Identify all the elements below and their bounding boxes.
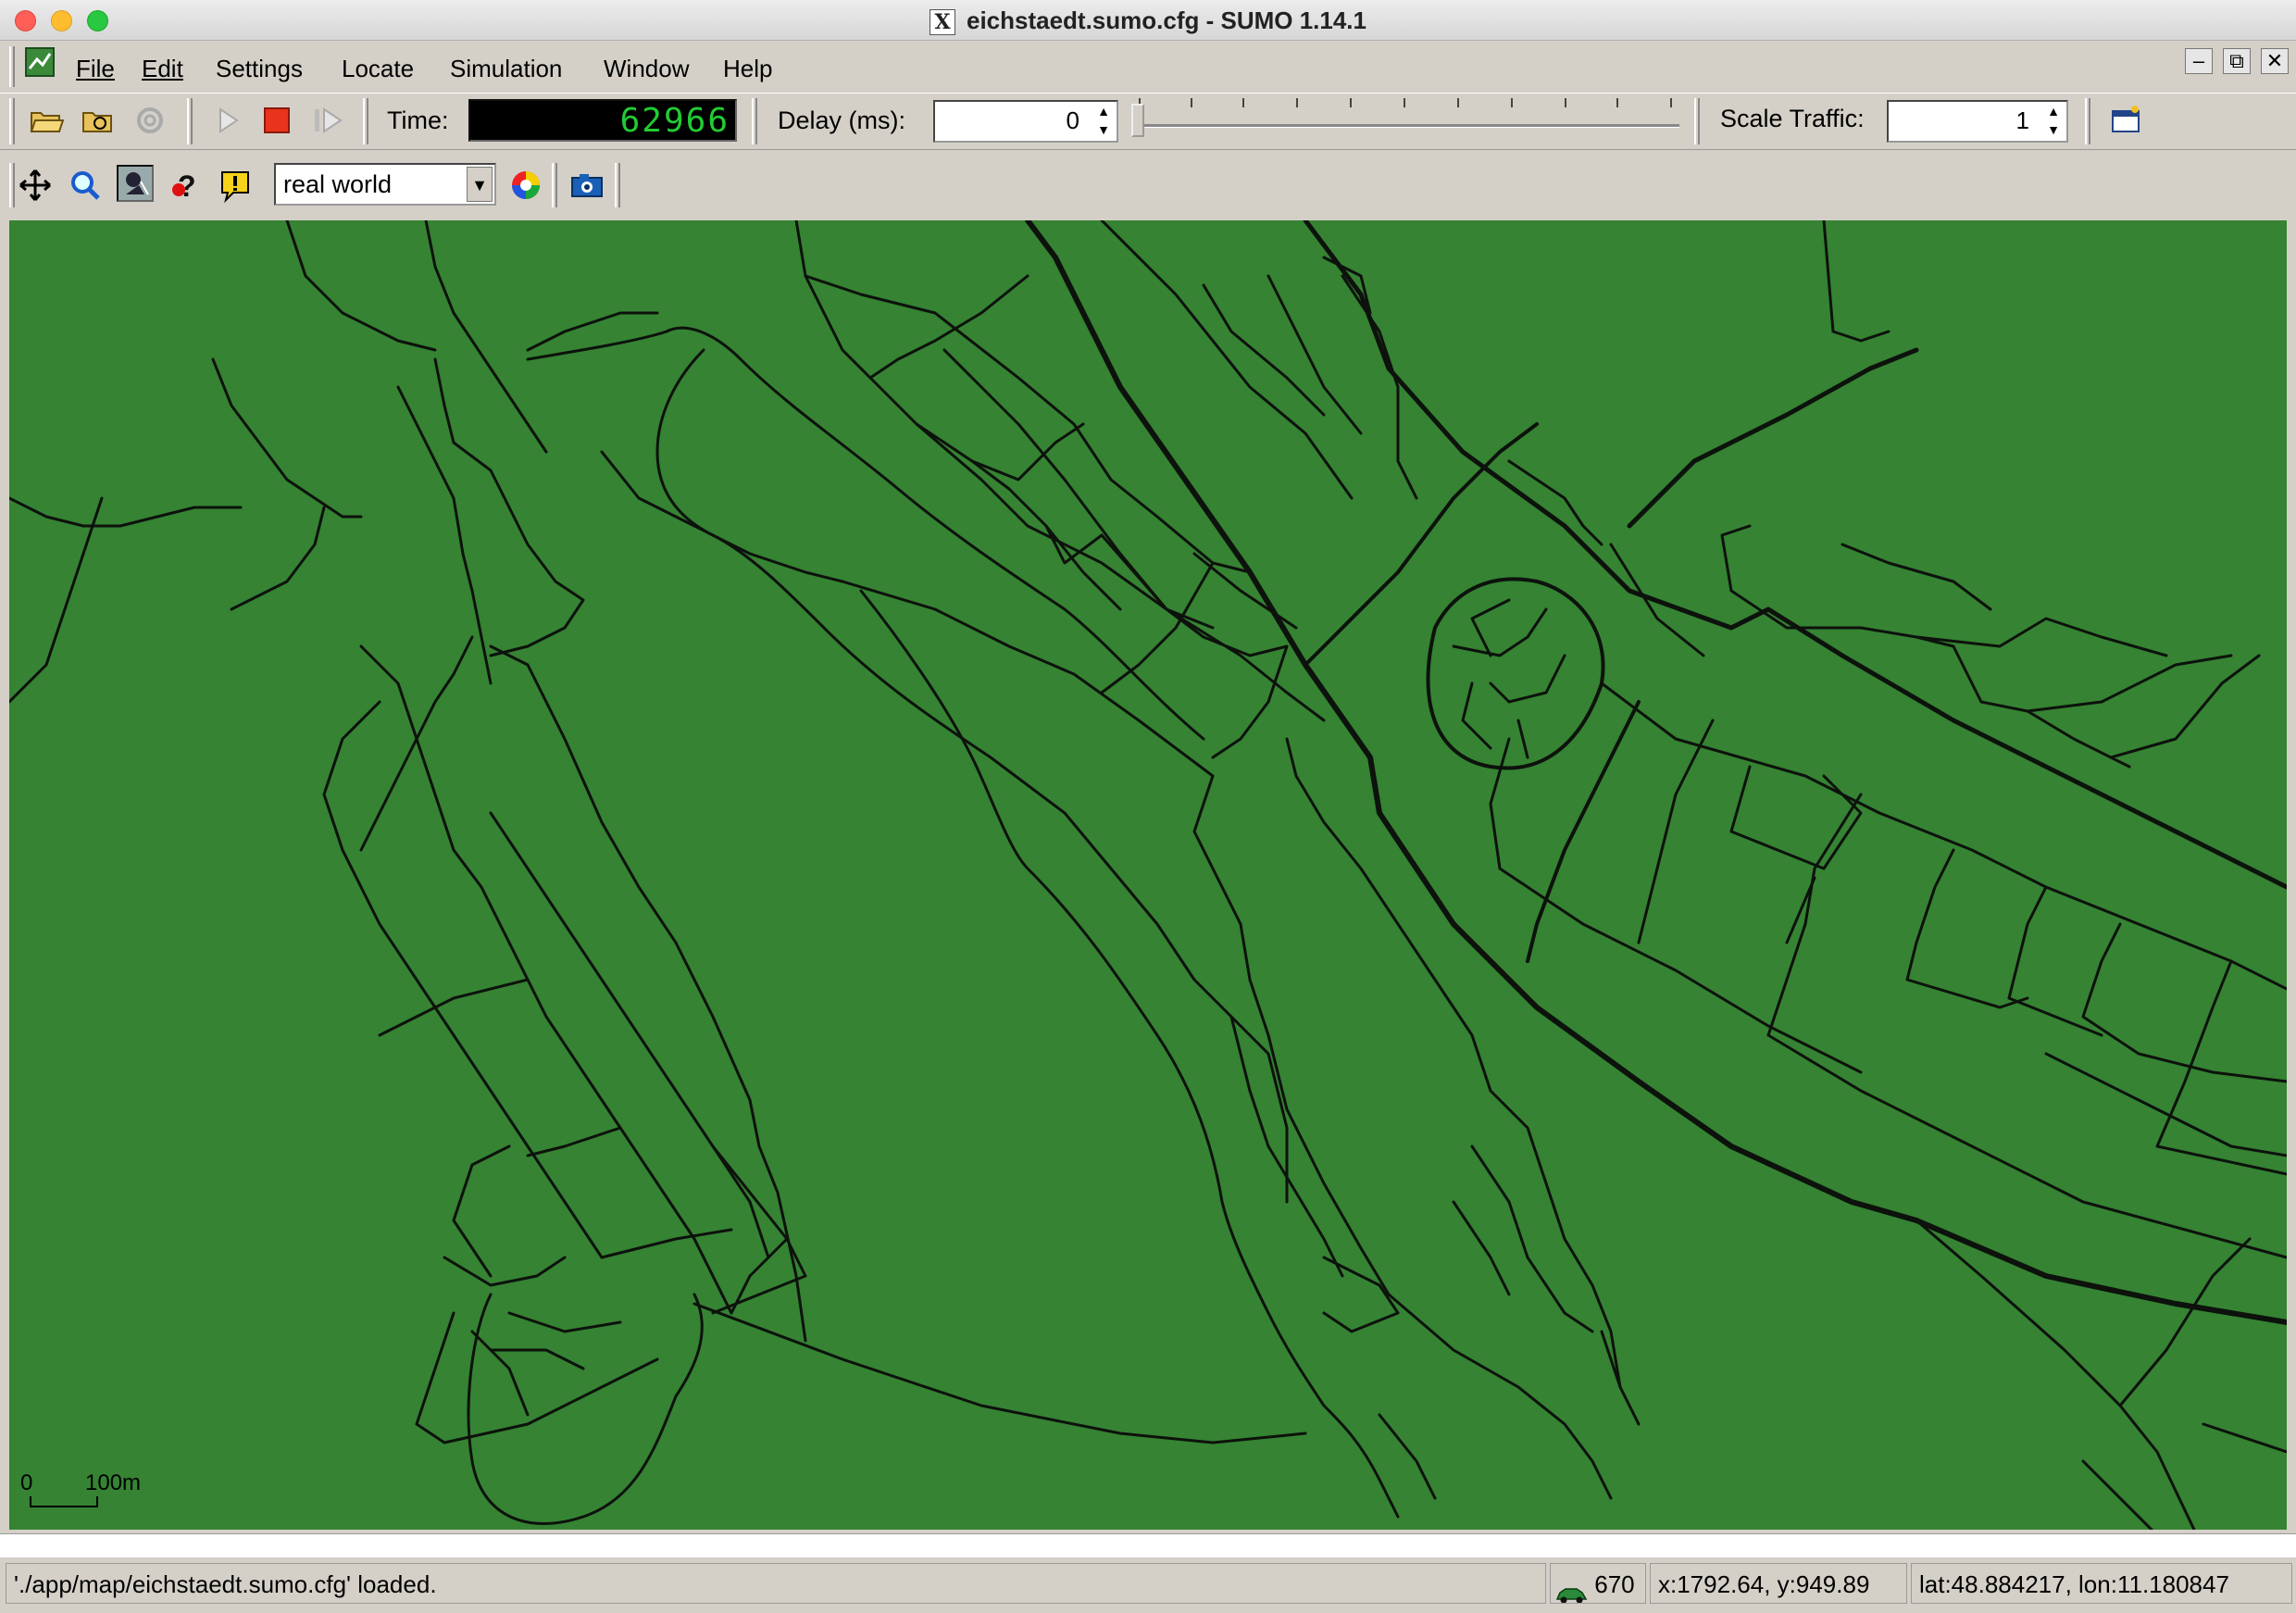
menu-settings-label: Settings [216,55,303,82]
reload-icon[interactable] [131,102,168,139]
slider-tick [1457,98,1459,107]
single-step-icon[interactable] [309,102,346,139]
network-view[interactable] [9,220,2287,1530]
menu-window-label: Window [604,55,690,82]
toolbar-grip[interactable] [9,98,15,144]
menu-file[interactable]: File [76,52,115,85]
toolbar-separator [363,98,368,144]
delay-slider-thumb[interactable] [1131,104,1144,137]
slider-tick [1511,98,1513,107]
zoom-icon[interactable] [67,167,104,204]
cursor-coordinates: x:1792.64, y:949.89 [1650,1563,1907,1604]
menu-file-label: File [76,55,115,82]
slider-tick [1616,98,1618,107]
road-network[interactable] [9,220,2287,1530]
slider-tick [1191,98,1192,107]
mdi-restore-button[interactable]: ⧉ [2223,48,2251,74]
menu-edit[interactable]: Edit [142,52,183,85]
slider-tick [1296,98,1298,107]
menu-window[interactable]: Window [604,52,689,85]
menu-simulation-label: Simulation [450,55,563,82]
message-window[interactable] [0,1533,2296,1557]
sumo-app-icon [24,46,56,78]
scale-bar [30,1496,98,1507]
scale-traffic-label: Scale Traffic: [1720,105,1865,132]
menu-locate-label: Locate [342,55,415,82]
slider-tick [1670,98,1672,107]
new-window-icon[interactable] [2107,102,2144,139]
toolbar-separator [752,98,757,144]
slider-tick [1242,98,1244,107]
time-label: Time: [387,106,449,134]
scale-label: 100m [85,1470,142,1495]
spin-up-icon[interactable]: ▲ [1092,102,1115,120]
scale-traffic-input[interactable]: 1 [1887,100,2068,143]
status-message: './app/map/eichstaedt.sumo.cfg' loaded. [6,1563,1546,1604]
car-icon [1554,1576,1588,1603]
locate-junction-icon[interactable] [117,165,154,202]
spin-up-icon[interactable]: ▲ [2042,102,2065,120]
spin-down-icon[interactable]: ▼ [1092,120,1115,139]
road-lines [9,220,2287,1530]
menu-edit-label: Edit [142,55,183,82]
window-title: Xeichstaedt.sumo.cfg - SUMO 1.14.1 [0,0,2296,41]
menu-help-label: Help [723,55,773,82]
chevron-down-icon[interactable]: ▼ [467,167,493,202]
recenter-view-icon[interactable] [17,167,54,204]
message-icon[interactable] [217,167,254,204]
delay-slider-track[interactable] [1137,124,1679,128]
x11-icon: X [929,9,955,36]
query-info-icon[interactable]: ? [167,167,204,204]
color-wheel-icon[interactable] [507,167,544,204]
toolbar-separator [552,163,557,207]
delay-input[interactable]: 0 [933,100,1118,143]
toolbar-separator [1694,98,1700,144]
menubar-grip[interactable] [9,46,15,87]
delay-spin-arrows[interactable]: ▲ ▼ [1092,102,1115,139]
spin-down-icon[interactable]: ▼ [2042,120,2065,139]
vehicle-count-cell: 670 [1550,1563,1646,1604]
slider-tick [1565,98,1566,107]
reload-config-icon[interactable] [80,102,117,139]
toolbar-separator [2085,98,2090,144]
menu-simulation[interactable]: Simulation [450,52,562,85]
time-display: 62966 [468,99,737,142]
delay-label: Delay (ms): [778,106,906,134]
color-scheme-select[interactable]: real world [274,163,496,206]
window-title-text: eichstaedt.sumo.cfg - SUMO 1.14.1 [966,6,1366,34]
play-icon[interactable] [209,102,246,139]
toolbar-separator [615,163,620,207]
mdi-minimize-button[interactable]: – [2185,48,2213,74]
toolbar-grip[interactable] [9,163,15,207]
menu-settings[interactable]: Settings [216,52,303,85]
toolbar-separator [187,98,193,144]
open-folder-icon[interactable] [28,102,65,139]
vehicle-count: 670 [1594,1570,1635,1598]
scale-label-zero: 0 [20,1470,33,1495]
camera-icon[interactable] [568,167,605,204]
stop-icon[interactable] [257,102,294,139]
menu-help[interactable]: Help [723,52,772,85]
slider-tick [1350,98,1352,107]
cursor-latlon: lat:48.884217, lon:11.180847 [1911,1563,2292,1604]
mdi-close-button[interactable]: ✕ [2261,48,2289,74]
scale-spin-arrows[interactable]: ▲ ▼ [2042,102,2065,139]
slider-tick [1404,98,1405,107]
menu-locate[interactable]: Locate [342,52,414,85]
